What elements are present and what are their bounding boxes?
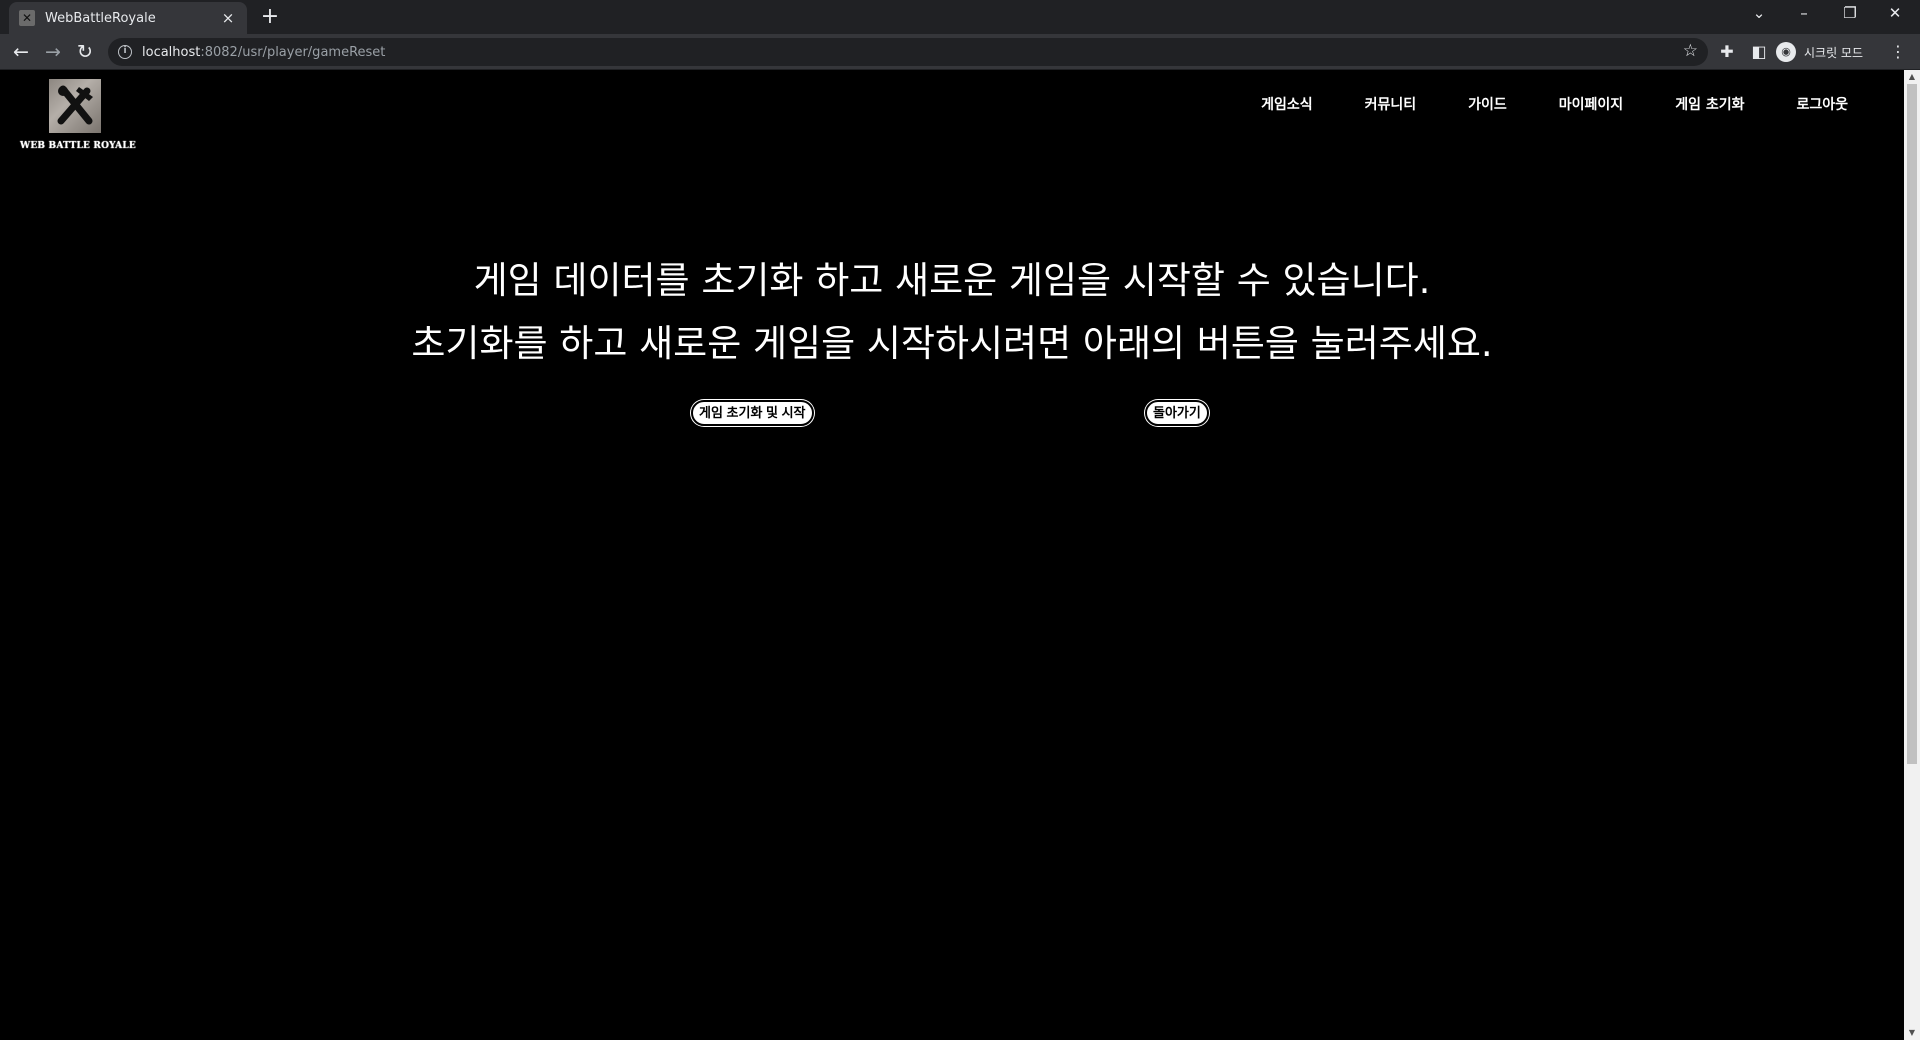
incognito-label: 시크릿 모드 bbox=[1804, 45, 1864, 60]
logo-text: WEB BATTLE ROYALE bbox=[20, 141, 136, 151]
reload-icon[interactable]: ↻ bbox=[73, 40, 97, 64]
nav-mypage[interactable]: 마이페이지 bbox=[1533, 94, 1649, 116]
url-path: :8082/usr/player/gameReset bbox=[200, 44, 386, 60]
page-body: WEB BATTLE ROYALE 게임소식 커뮤니티 가이드 마이페이지 게임… bbox=[0, 70, 1904, 1040]
close-window-icon[interactable]: ✕ bbox=[1880, 4, 1910, 22]
scroll-up-icon[interactable]: ▲ bbox=[1907, 72, 1917, 82]
tab-strip: ✕ WebBattleRoyale × + ⌄ – ❐ ✕ bbox=[0, 0, 1920, 34]
favicon-icon: ✕ bbox=[19, 10, 35, 26]
address-bar[interactable]: i localhost:8082/usr/player/gameReset ☆ bbox=[108, 38, 1708, 66]
reset-message-line-1: 게임 데이터를 초기화 하고 새로운 게임을 시작할 수 있습니다. bbox=[473, 259, 1431, 302]
incognito-icon: ◉ bbox=[1776, 42, 1796, 62]
info-icon[interactable]: i bbox=[118, 45, 132, 59]
scrollbar-thumb[interactable] bbox=[1907, 84, 1917, 764]
forward-icon[interactable]: → bbox=[41, 40, 65, 64]
nav-guide[interactable]: 가이드 bbox=[1442, 94, 1533, 116]
nav-game-news[interactable]: 게임소식 bbox=[1235, 94, 1339, 116]
new-tab-button[interactable]: + bbox=[258, 6, 282, 30]
extensions-icon[interactable]: ✚ bbox=[1716, 42, 1738, 61]
tab-search-icon[interactable]: ⌄ bbox=[1744, 4, 1774, 22]
browser-tab[interactable]: ✕ WebBattleRoyale × bbox=[9, 2, 247, 34]
back-icon[interactable]: ← bbox=[9, 40, 33, 64]
logo-image bbox=[49, 79, 101, 133]
game-reset-start-button[interactable]: 게임 초기화 및 시작 bbox=[691, 400, 814, 426]
side-panel-icon[interactable]: ◧ bbox=[1748, 42, 1770, 61]
tab-title: WebBattleRoyale bbox=[45, 10, 156, 26]
incognito-indicator[interactable]: ◉ 시크릿 모드 bbox=[1776, 39, 1863, 65]
minimize-icon[interactable]: – bbox=[1789, 4, 1819, 22]
nav-logout[interactable]: 로그아웃 bbox=[1770, 94, 1874, 116]
page-scrollbar[interactable]: ▲ ▼ bbox=[1904, 70, 1920, 1040]
star-icon[interactable]: ☆ bbox=[1683, 41, 1698, 61]
restore-icon[interactable]: ❐ bbox=[1835, 4, 1865, 22]
url-host: localhost bbox=[142, 44, 201, 60]
site-logo[interactable]: WEB BATTLE ROYALE bbox=[16, 79, 140, 155]
main-nav: 게임소식 커뮤니티 가이드 마이페이지 게임 초기화 로그아웃 bbox=[1235, 94, 1874, 116]
scroll-down-icon[interactable]: ▼ bbox=[1907, 1028, 1917, 1038]
nav-game-reset[interactable]: 게임 초기화 bbox=[1649, 94, 1770, 116]
reset-message-line-2: 초기화를 하고 새로운 게임을 시작하시려면 아래의 버튼을 눌러주세요. bbox=[411, 322, 1493, 365]
close-tab-icon[interactable]: × bbox=[219, 9, 237, 27]
nav-community[interactable]: 커뮤니티 bbox=[1339, 94, 1443, 116]
menu-icon[interactable]: ⋮ bbox=[1890, 42, 1906, 61]
browser-toolbar: ← → ↻ i localhost:8082/usr/player/gameRe… bbox=[0, 34, 1920, 70]
back-button[interactable]: 돌아가기 bbox=[1145, 400, 1209, 426]
